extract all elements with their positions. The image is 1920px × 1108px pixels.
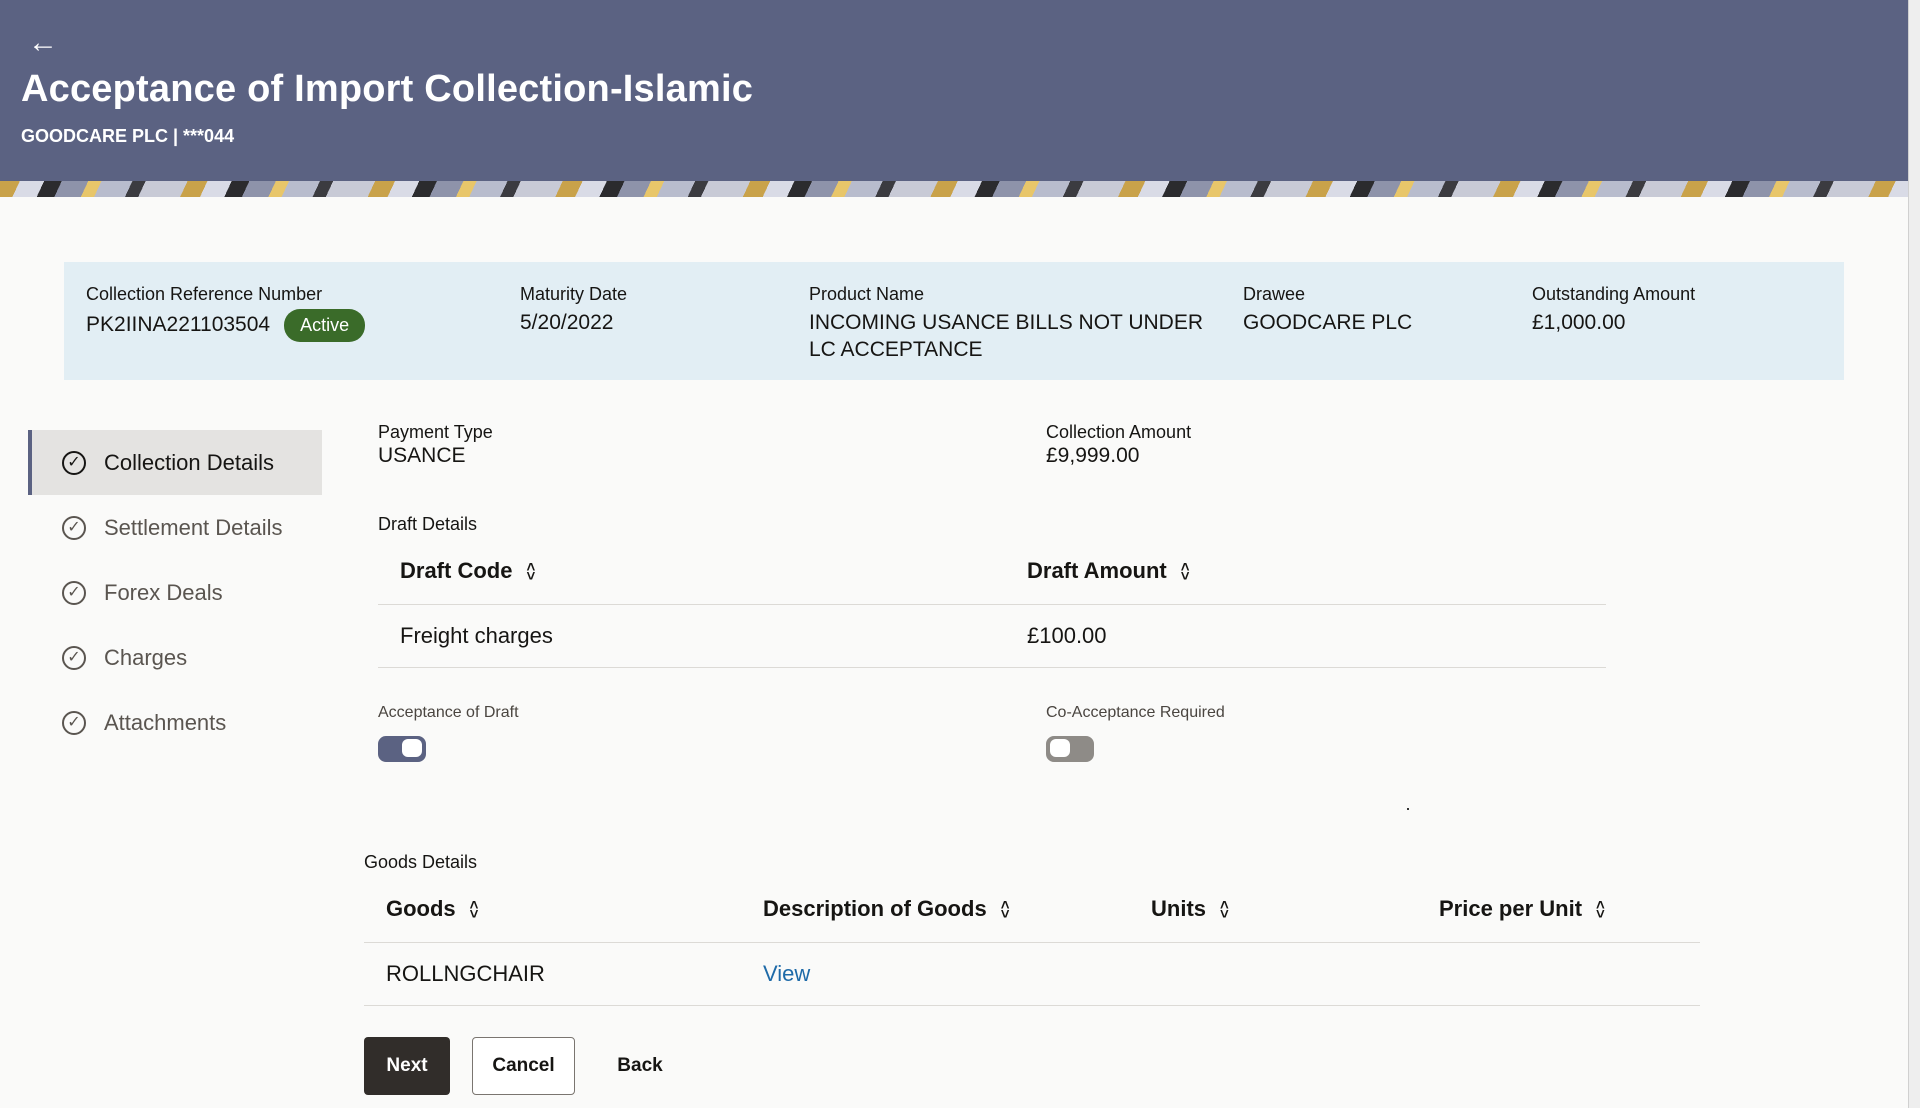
reference-number-value: PK2IINA221103504 <box>86 313 271 337</box>
product-name-value: INCOMING USANCE BILLS NOT UNDER LC ACCEP… <box>809 311 1204 361</box>
maturity-date-label: Maturity Date <box>520 284 628 304</box>
page-scrollbar[interactable] <box>1908 0 1920 1108</box>
nav-item-settlement-details[interactable]: ✓ Settlement Details <box>28 495 322 560</box>
check-circle-icon: ✓ <box>62 450 86 475</box>
back-button[interactable]: Back <box>604 1037 676 1095</box>
co-acceptance-required-label: Co-Acceptance Required <box>1046 704 1225 721</box>
stray-dot <box>1407 808 1409 810</box>
nav-item-charges[interactable]: ✓ Charges <box>28 625 322 690</box>
sort-icon[interactable]: ˄ ˅ <box>526 560 535 584</box>
units-cell <box>1129 942 1417 1006</box>
toggle-knob <box>402 739 422 757</box>
nav-item-attachments[interactable]: ✓ Attachments <box>28 690 322 755</box>
column-header-draft-amount[interactable]: Draft Amount ˄ ˅ <box>1005 538 1606 605</box>
draft-details-table: Draft Code ˄ ˅ Draft Amount ˄ ˅ Freight char… <box>378 538 1606 668</box>
goods-details-table: Goods ˄ ˅ Description of Goods ˄ ˅ Units ˄ ˅ P… <box>364 876 1700 1006</box>
page-header: ← Acceptance of Import Collection-Islami… <box>0 0 1909 197</box>
nav-item-label: Settlement Details <box>104 514 283 540</box>
goods-cell: ROLLNGCHAIR <box>364 942 741 1006</box>
collection-amount-value: £9,999.00 <box>1046 444 1140 467</box>
column-header-goods[interactable]: Goods ˄ ˅ <box>364 876 741 943</box>
price-per-unit-cell <box>1417 942 1700 1006</box>
table-row: Freight charges £100.00 <box>378 604 1606 668</box>
cancel-button[interactable]: Cancel <box>472 1037 575 1095</box>
collection-summary-panel: Collection Reference Number PK2IINA22110… <box>64 262 1844 380</box>
column-header-units[interactable]: Units ˄ ˅ <box>1129 876 1417 943</box>
maturity-date-value: 5/20/2022 <box>520 311 614 334</box>
next-button[interactable]: Next <box>364 1037 450 1095</box>
nav-item-label: Forex Deals <box>104 579 223 605</box>
sort-icon[interactable]: ˄ ˅ <box>1220 898 1229 922</box>
payment-type-label: Payment Type <box>378 422 493 442</box>
nav-item-label: Attachments <box>104 709 227 735</box>
status-badge: Active <box>284 309 366 342</box>
reference-number-label: Collection Reference Number <box>86 284 323 304</box>
check-circle-icon: ✓ <box>62 515 86 540</box>
nav-item-collection-details[interactable]: ✓ Collection Details <box>28 430 322 495</box>
check-circle-icon: ✓ <box>62 580 86 605</box>
draft-amount-cell: £100.00 <box>1005 604 1606 668</box>
co-acceptance-required-toggle[interactable] <box>1046 736 1094 762</box>
drawee-value: GOODCARE PLC <box>1243 311 1413 334</box>
page-title: Acceptance of Import Collection-Islamic <box>21 68 754 110</box>
back-arrow-icon[interactable]: ← <box>28 26 62 60</box>
check-circle-icon: ✓ <box>62 645 86 670</box>
step-navigation: ✓ Collection Details ✓ Settlement Detail… <box>28 430 322 755</box>
check-circle-icon: ✓ <box>62 710 86 735</box>
outstanding-amount-value: £1,000.00 <box>1532 311 1626 334</box>
draft-details-title: Draft Details <box>378 514 478 534</box>
drawee-label: Drawee <box>1243 284 1306 304</box>
collection-amount-label: Collection Amount <box>1046 422 1192 442</box>
draft-code-cell: Freight charges <box>378 604 1005 668</box>
table-row: ROLLNGCHAIR View <box>364 942 1700 1006</box>
acceptance-of-draft-toggle[interactable] <box>378 736 426 762</box>
decorative-pattern-strip <box>0 181 1909 197</box>
column-header-description-of-goods[interactable]: Description of Goods ˄ ˅ <box>741 876 1129 943</box>
column-header-draft-code[interactable]: Draft Code ˄ ˅ <box>378 538 1005 605</box>
nav-item-label: Charges <box>104 644 188 670</box>
sort-icon[interactable]: ˄ ˅ <box>470 898 479 922</box>
goods-details-title: Goods Details <box>364 852 478 872</box>
outstanding-amount-label: Outstanding Amount <box>1532 284 1696 304</box>
view-description-link[interactable]: View <box>763 961 810 986</box>
toggle-knob <box>1050 739 1070 757</box>
page-subtitle: GOODCARE PLC | ***044 <box>21 126 235 146</box>
product-name-label: Product Name <box>809 284 925 304</box>
sort-icon[interactable]: ˄ ˅ <box>1001 898 1010 922</box>
nav-item-label: Collection Details <box>104 449 274 475</box>
payment-type-value: USANCE <box>378 444 466 467</box>
column-header-price-per-unit[interactable]: Price per Unit ˄ ˅ <box>1417 876 1700 943</box>
nav-item-forex-deals[interactable]: ✓ Forex Deals <box>28 560 322 625</box>
sort-icon[interactable]: ˄ ˅ <box>1596 898 1605 922</box>
acceptance-of-draft-label: Acceptance of Draft <box>378 704 519 721</box>
sort-icon[interactable]: ˄ ˅ <box>1181 560 1190 584</box>
